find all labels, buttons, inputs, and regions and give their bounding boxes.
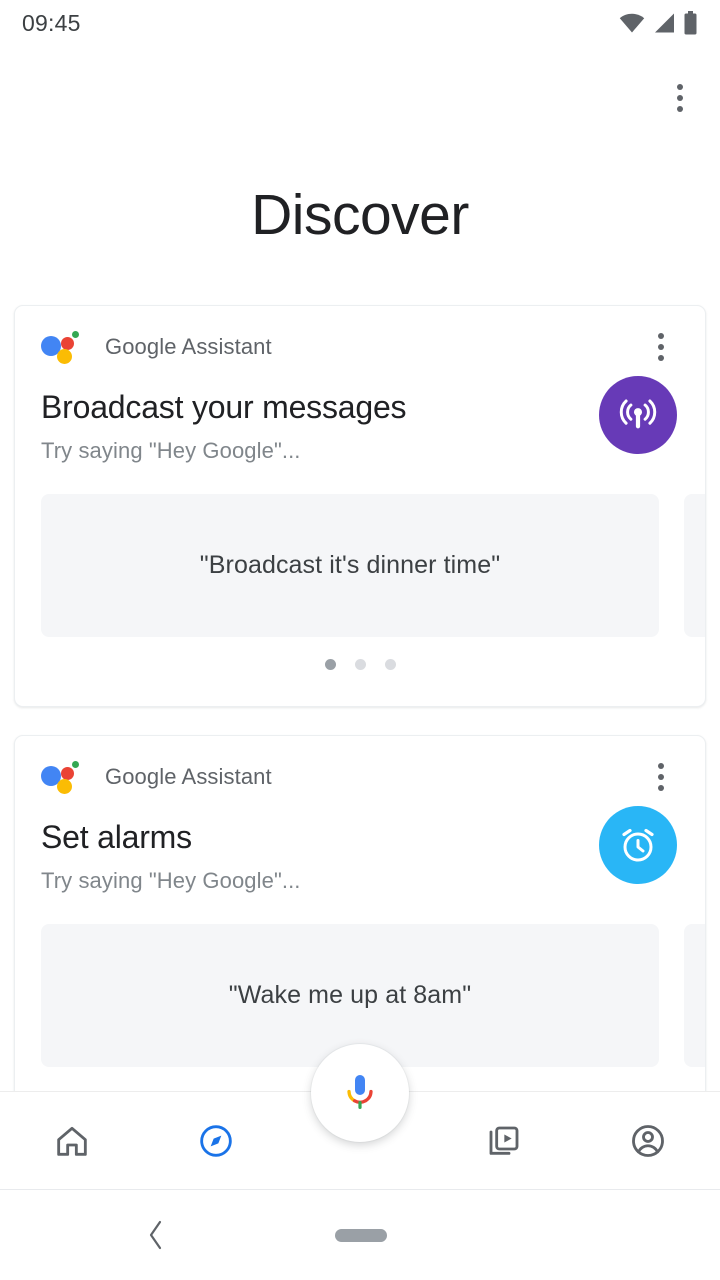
card-overflow-button-broadcast[interactable]: [641, 325, 681, 369]
status-icons: [619, 11, 698, 35]
collections-video-icon: [489, 1126, 519, 1155]
alarm-action-button[interactable]: [599, 806, 677, 884]
more-vert-icon: [658, 785, 664, 791]
carousel-pager-broadcast: [15, 659, 705, 670]
cell-signal-icon: [655, 13, 674, 33]
suggestion-chip-next-peek[interactable]: [684, 494, 705, 637]
more-vert-icon: [658, 333, 664, 339]
compass-discover-icon: [200, 1124, 232, 1157]
card-subtitle: Try saying "Hey Google"...: [41, 438, 301, 463]
status-time: 09:45: [22, 9, 81, 36]
card-body: Broadcast your messages Try saying "Hey …: [15, 376, 705, 464]
pager-dot[interactable]: [384, 659, 396, 670]
card-header: Google Assistant: [15, 736, 705, 818]
google-assistant-logo: [41, 760, 79, 794]
system-navigation-bar: [0, 1189, 720, 1280]
suggestion-chip-next-peek[interactable]: [684, 924, 705, 1067]
page-overflow-button[interactable]: [658, 76, 702, 120]
suggestion-carousel-broadcast[interactable]: "Broadcast it's dinner time": [15, 494, 705, 637]
system-back-button[interactable]: [133, 1212, 179, 1258]
broadcast-action-button[interactable]: [599, 376, 677, 454]
broadcast-icon: [619, 399, 657, 429]
wifi-icon: [619, 13, 645, 33]
more-vert-icon: [677, 95, 683, 101]
home-icon: [57, 1126, 87, 1156]
page-title: Discover: [251, 183, 469, 247]
assistant-mic-fab[interactable]: [311, 1044, 409, 1142]
card-header: Google Assistant: [15, 306, 705, 388]
more-vert-icon: [658, 774, 664, 780]
card-source-label: Google Assistant: [105, 764, 272, 789]
more-vert-icon: [658, 355, 664, 361]
google-assistant-logo: [41, 330, 79, 364]
status-bar: 09:45: [0, 0, 720, 46]
battery-icon: [684, 11, 697, 35]
back-chevron-icon: [149, 1220, 162, 1250]
nav-item-discover[interactable]: [144, 1092, 288, 1190]
card-overflow-button-alarms[interactable]: [641, 755, 681, 799]
card-source-label: Google Assistant: [105, 334, 272, 359]
discover-screen: 09:45 Discover Google Assistant Broadcas…: [0, 0, 720, 1280]
pager-dot-active[interactable]: [324, 659, 336, 670]
card-body: Set alarms Try saying "Hey Google"...: [15, 806, 705, 894]
card-subtitle: Try saying "Hey Google"...: [41, 868, 301, 893]
nav-item-collections[interactable]: [432, 1092, 576, 1190]
card-broadcast[interactable]: Google Assistant Broadcast your messages…: [14, 305, 706, 707]
card-title: Broadcast your messages: [41, 389, 407, 425]
card-title: Set alarms: [41, 819, 192, 855]
pager-dot[interactable]: [354, 659, 366, 670]
account-circle-icon: [632, 1124, 664, 1157]
nav-item-home[interactable]: [0, 1092, 144, 1190]
alarm-clock-icon: [622, 828, 654, 862]
google-mic-icon: [347, 1075, 373, 1109]
more-vert-icon: [677, 84, 683, 90]
more-vert-icon: [677, 106, 683, 112]
more-vert-icon: [658, 344, 664, 350]
more-vert-icon: [658, 763, 664, 769]
nav-item-account[interactable]: [576, 1092, 720, 1190]
system-home-pill[interactable]: [335, 1229, 387, 1242]
suggestion-chip[interactable]: "Broadcast it's dinner time": [41, 494, 659, 637]
